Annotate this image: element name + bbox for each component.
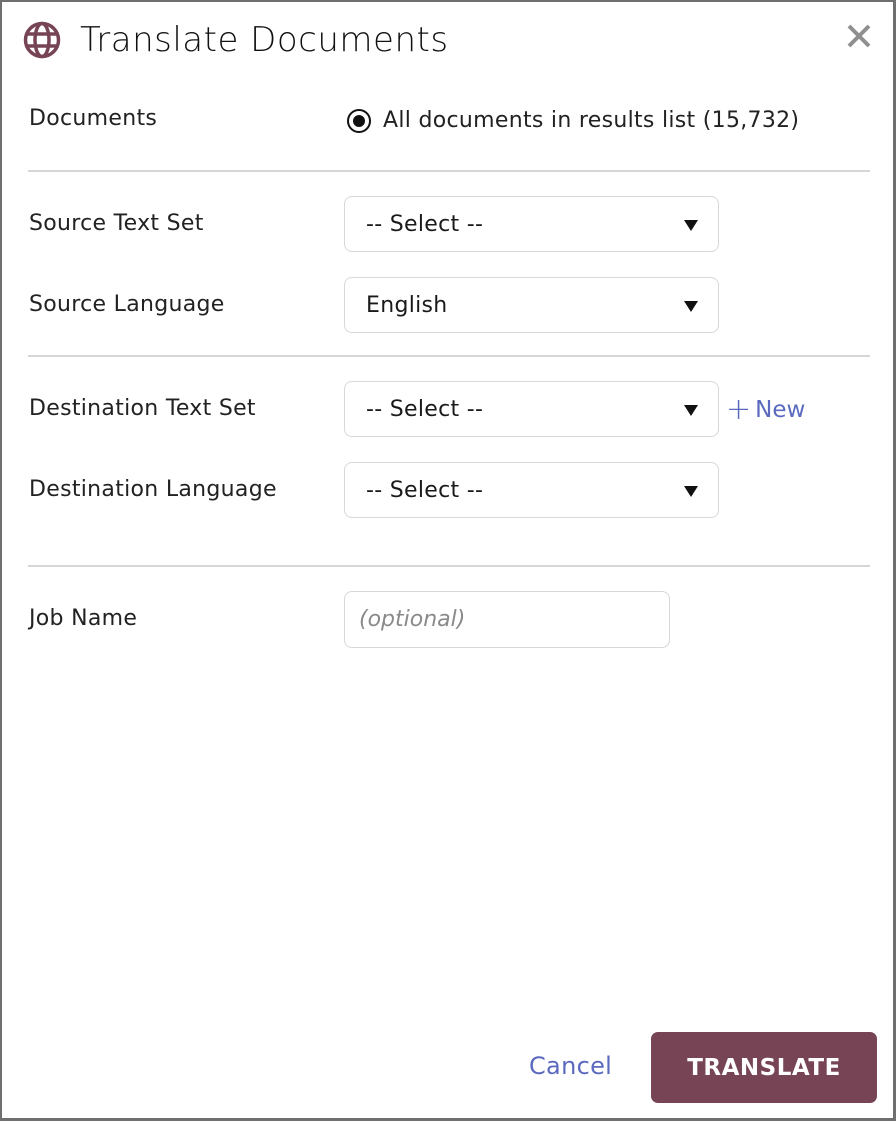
source-text-set-select[interactable]: -- Select -- — [344, 196, 719, 252]
dialog-header: Translate Documents — [22, 18, 449, 62]
radio-selected-dot — [353, 114, 365, 127]
source-language-label: Source Language — [29, 292, 225, 317]
radio-button[interactable] — [347, 108, 371, 133]
dialog-title: Translate Documents — [80, 20, 449, 60]
destination-text-set-value: -- Select -- — [366, 396, 484, 422]
destination-language-select[interactable]: -- Select -- — [344, 462, 719, 518]
destination-text-set-select[interactable]: -- Select -- — [344, 381, 719, 437]
chevron-down-icon — [684, 220, 698, 231]
source-language-value: English — [366, 292, 448, 318]
all-documents-radio[interactable]: All documents in results list (15,732) — [347, 108, 799, 133]
chevron-down-icon — [684, 405, 698, 416]
divider — [28, 355, 870, 357]
job-name-label: Job Name — [29, 606, 138, 631]
new-link-label: New — [755, 397, 806, 423]
source-text-set-label: Source Text Set — [29, 211, 204, 236]
globe-icon — [23, 21, 61, 59]
chevron-down-icon — [684, 486, 698, 497]
source-text-set-value: -- Select -- — [366, 211, 484, 237]
translate-button[interactable]: TRANSLATE — [651, 1032, 877, 1103]
source-language-select[interactable]: English — [344, 277, 719, 333]
destination-language-label: Destination Language — [29, 477, 277, 502]
destination-text-set-label: Destination Text Set — [29, 396, 256, 421]
chevron-down-icon — [684, 301, 698, 312]
translate-documents-dialog: Translate Documents Documents All docume… — [0, 0, 896, 1121]
close-icon[interactable] — [845, 22, 873, 50]
all-documents-label: All documents in results list (15,732) — [383, 108, 800, 133]
destination-language-value: -- Select -- — [366, 477, 484, 503]
plus-icon: + — [726, 392, 752, 427]
job-name-input[interactable] — [344, 591, 670, 648]
cancel-button[interactable]: Cancel — [529, 1052, 612, 1080]
new-text-set-link[interactable]: + New — [726, 395, 805, 425]
divider — [28, 565, 870, 567]
documents-label: Documents — [29, 106, 158, 131]
divider — [28, 170, 870, 172]
